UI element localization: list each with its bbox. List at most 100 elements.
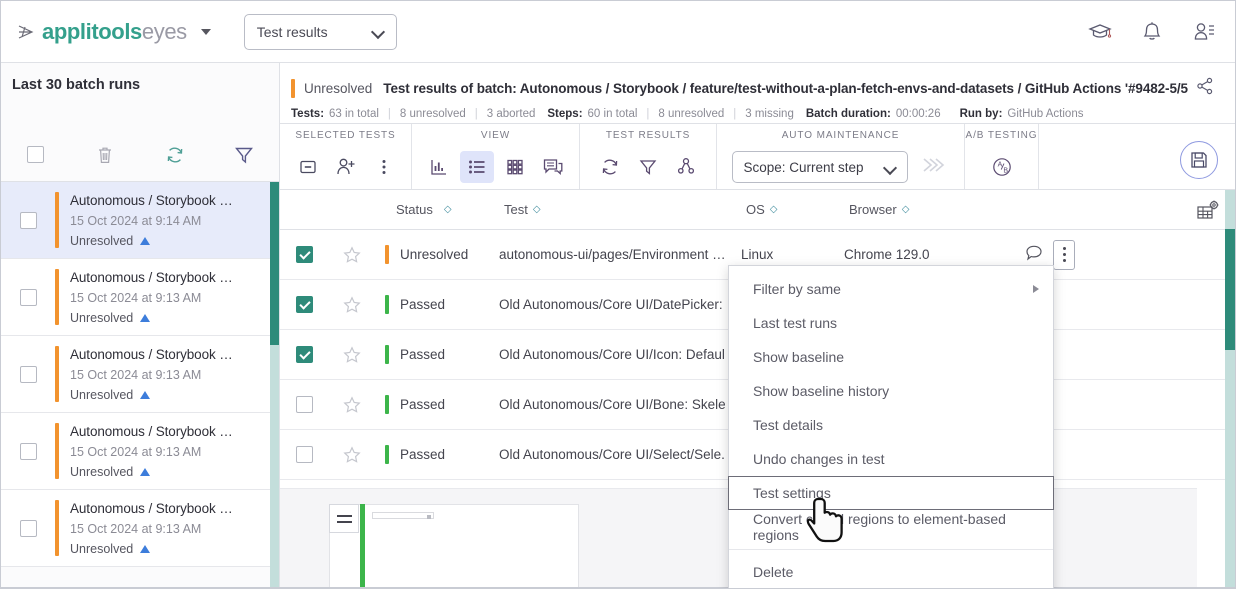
- row-more-button[interactable]: [1053, 240, 1075, 270]
- menu-item-test-settings[interactable]: Test settings: [728, 476, 1054, 510]
- run-checkbox[interactable]: [20, 366, 37, 383]
- list-item[interactable]: Autonomous / Storybook … 15 Oct 2024 at …: [1, 490, 279, 567]
- view-list-button[interactable]: [460, 151, 494, 183]
- menu-item-last-test-runs[interactable]: Last test runs: [729, 306, 1053, 340]
- assign-user-button[interactable]: [329, 151, 363, 183]
- page-title: Test results of batch: Autonomous / Stor…: [383, 81, 1188, 96]
- row-os: Linux: [739, 247, 844, 262]
- row-select-cell[interactable]: [280, 246, 329, 263]
- row-select-cell[interactable]: [280, 346, 329, 363]
- run-checkbox-cell[interactable]: [1, 520, 55, 537]
- run-checkbox-cell[interactable]: [1, 366, 55, 383]
- list-item[interactable]: Autonomous / Storybook … 15 Oct 2024 at …: [1, 336, 279, 413]
- column-header-browser[interactable]: Browser ◇: [844, 202, 994, 217]
- row-star-cell[interactable]: [329, 345, 374, 365]
- scope-select[interactable]: Scope: Current step: [732, 151, 908, 183]
- branch-graph-button[interactable]: [669, 151, 703, 183]
- sort-icon[interactable]: ◇: [533, 205, 541, 215]
- run-status-bar: [55, 500, 59, 556]
- row-checkbox[interactable]: [296, 396, 313, 413]
- row-star-cell[interactable]: [329, 395, 374, 415]
- top-bar-actions: [1087, 19, 1217, 45]
- row-checkbox[interactable]: [296, 296, 313, 313]
- trend-up-icon: [140, 545, 150, 553]
- refresh-icon: [598, 155, 622, 179]
- bell-icon[interactable]: [1139, 19, 1165, 45]
- sidebar-scrollbar-thumb[interactable]: [270, 182, 279, 345]
- graduation-cap-icon[interactable]: [1087, 19, 1113, 45]
- column-header-test[interactable]: Test ◇: [499, 202, 739, 217]
- comment-bubble-icon[interactable]: [1023, 242, 1045, 267]
- selected-tests-more-button[interactable]: [367, 151, 401, 183]
- table-scrollbar[interactable]: [1225, 190, 1235, 589]
- run-checkbox-cell[interactable]: [1, 289, 55, 306]
- row-test-name: Old Autonomous/Core UI/Select/Sele.: [499, 447, 739, 462]
- row-select-cell[interactable]: [280, 296, 329, 313]
- sidebar-filter-button[interactable]: [210, 143, 280, 167]
- table-column-settings-icon[interactable]: [1195, 198, 1221, 227]
- batch-status-label: Unresolved: [304, 81, 372, 96]
- row-select-cell[interactable]: [280, 446, 329, 463]
- app-switcher-select[interactable]: Test results: [244, 14, 397, 50]
- view-comments-button[interactable]: [536, 151, 570, 183]
- sidebar-scrollbar[interactable]: [270, 182, 279, 589]
- preview-thumbnail[interactable]: [329, 504, 579, 589]
- menu-item-delete[interactable]: Delete: [729, 555, 1053, 589]
- list-item[interactable]: Autonomous / Storybook … 15 Oct 2024 at …: [1, 182, 279, 259]
- comments-view-icon: [541, 156, 565, 178]
- run-checkbox[interactable]: [20, 443, 37, 460]
- table-scrollbar-thumb[interactable]: [1225, 229, 1235, 350]
- app-switcher-value: Test results: [257, 24, 328, 40]
- brand-logo[interactable]: applitoolseyes: [17, 19, 211, 45]
- list-item[interactable]: Autonomous / Storybook … 15 Oct 2024 at …: [1, 259, 279, 336]
- menu-item-show-baseline-history[interactable]: Show baseline history: [729, 374, 1053, 408]
- column-header-status[interactable]: Status ◇: [374, 202, 499, 217]
- share-icon[interactable]: [1195, 76, 1215, 101]
- preview-status-bar: [360, 504, 365, 589]
- view-grid-button[interactable]: [498, 151, 532, 183]
- user-account-icon[interactable]: [1191, 19, 1217, 45]
- sidebar-delete-button[interactable]: [71, 144, 141, 166]
- svg-text:B: B: [1003, 167, 1008, 174]
- save-button[interactable]: [1180, 141, 1218, 179]
- view-chart-button[interactable]: [422, 151, 456, 183]
- sidebar-refresh-button[interactable]: [140, 143, 210, 167]
- run-checkbox[interactable]: [20, 212, 37, 229]
- list-item[interactable]: Autonomous / Storybook … 15 Oct 2024 at …: [1, 413, 279, 490]
- select-all-checkbox[interactable]: [27, 146, 44, 163]
- refresh-results-button[interactable]: [593, 151, 627, 183]
- menu-item-show-baseline[interactable]: Show baseline: [729, 340, 1053, 374]
- menu-item-test-details[interactable]: Test details: [729, 408, 1053, 442]
- batch-run-list[interactable]: Autonomous / Storybook … 15 Oct 2024 at …: [1, 182, 279, 589]
- branch-graph-icon: [674, 155, 698, 179]
- run-checkbox-cell[interactable]: [1, 443, 55, 460]
- star-icon: [342, 345, 362, 365]
- chevron-down-icon[interactable]: [201, 29, 211, 35]
- batch-stats: Tests: 63 in total | 8 unresolved | 3 ab…: [280, 101, 1235, 120]
- sort-icon[interactable]: ◇: [902, 205, 910, 215]
- column-header-os[interactable]: OS ◇: [739, 202, 844, 217]
- sidebar-select-all[interactable]: [1, 146, 71, 163]
- filter-results-button[interactable]: [631, 151, 665, 183]
- menu-item-undo-changes-in-test[interactable]: Undo changes in test: [729, 442, 1053, 476]
- deselect-all-button[interactable]: [291, 151, 325, 183]
- sort-icon[interactable]: ◇: [770, 205, 778, 215]
- run-checkbox-cell[interactable]: [1, 212, 55, 229]
- menu-item-filter-by-same[interactable]: Filter by same: [729, 272, 1053, 306]
- row-select-cell[interactable]: [280, 396, 329, 413]
- row-checkbox[interactable]: [296, 346, 313, 363]
- menu-item-convert-regions[interactable]: Convert coded regions to element-based r…: [729, 510, 1053, 544]
- batch-header: Unresolved Test results of batch: Autono…: [280, 63, 1235, 124]
- row-checkbox[interactable]: [296, 246, 313, 263]
- run-checkbox[interactable]: [20, 520, 37, 537]
- ab-testing-button[interactable]: A B: [985, 151, 1019, 183]
- toolbar-group-label: VIEW: [481, 130, 510, 141]
- row-star-cell[interactable]: [329, 295, 374, 315]
- apply-auto-maintenance-button[interactable]: [920, 154, 950, 181]
- row-checkbox[interactable]: [296, 446, 313, 463]
- row-star-cell[interactable]: [329, 445, 374, 465]
- run-info: Autonomous / Storybook … 15 Oct 2024 at …: [70, 347, 233, 402]
- row-star-cell[interactable]: [329, 245, 374, 265]
- sort-icon[interactable]: ◇: [444, 205, 452, 215]
- run-checkbox[interactable]: [20, 289, 37, 306]
